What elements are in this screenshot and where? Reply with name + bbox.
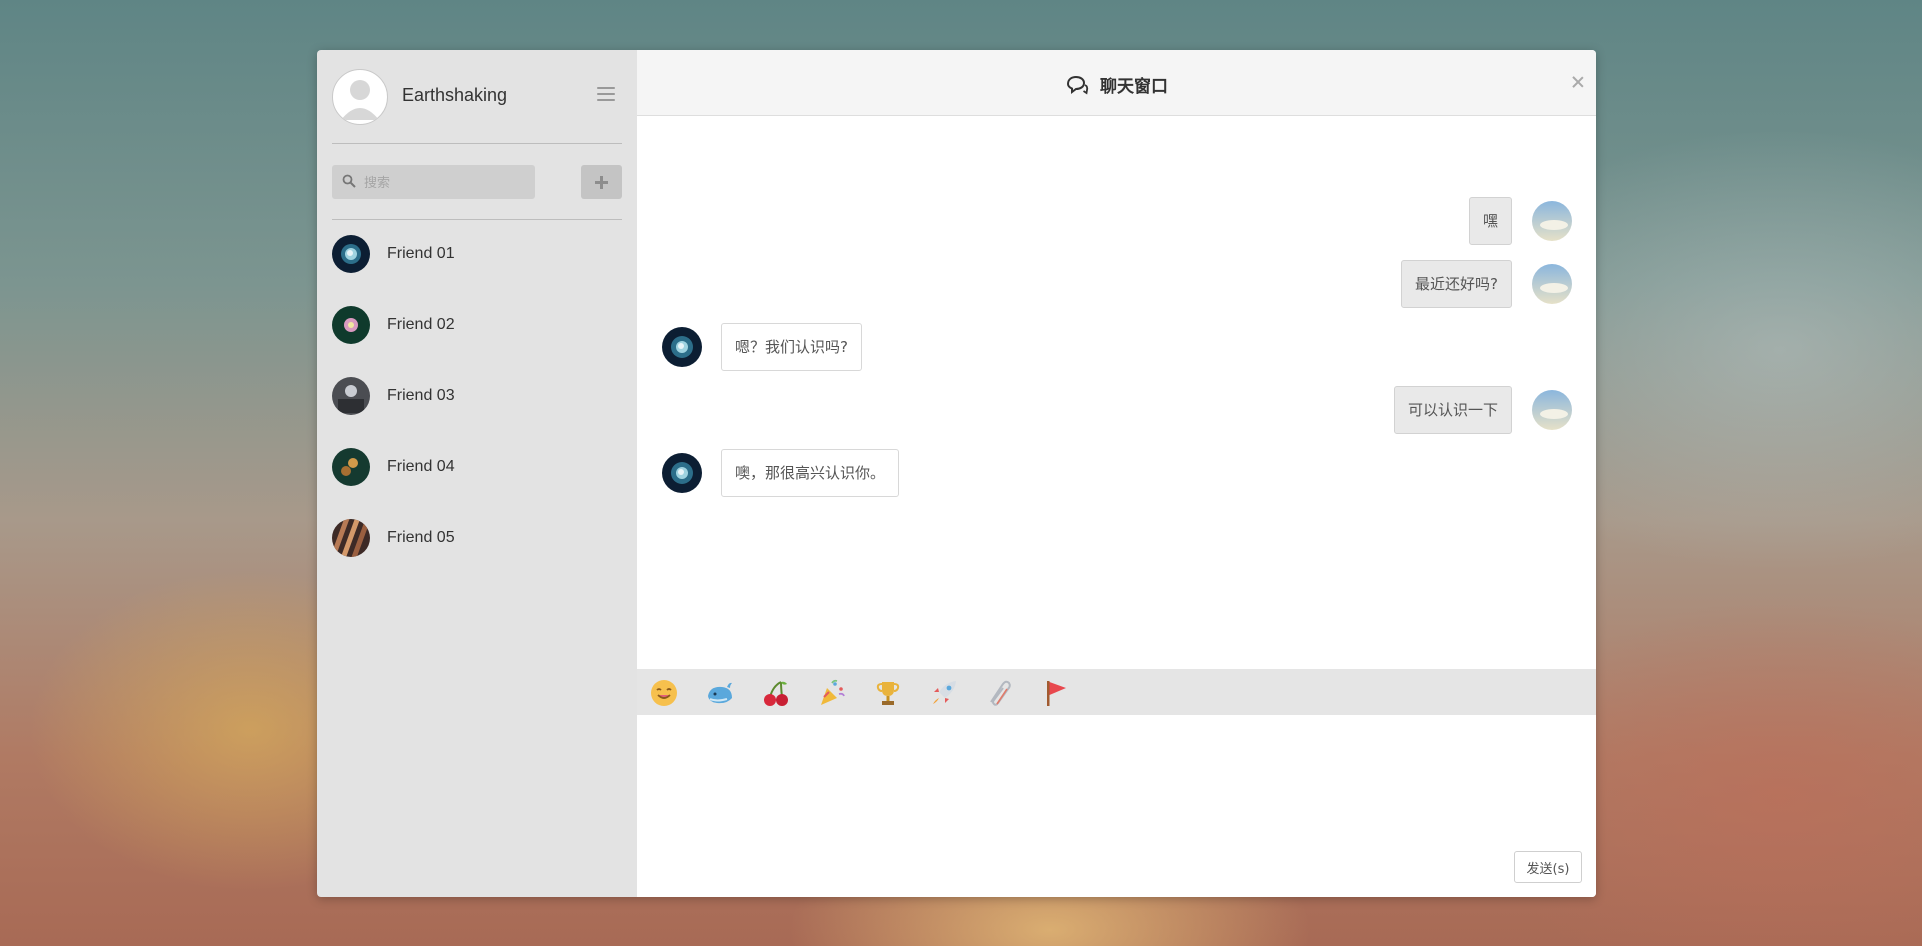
friend-item[interactable]: Friend 01 [317, 235, 637, 306]
composer: 发送(s) [637, 715, 1596, 897]
friend-name: Friend 05 [387, 529, 455, 546]
self-avatar [1532, 264, 1572, 304]
friend-avatar [662, 453, 702, 493]
smile-icon[interactable] [649, 678, 679, 708]
divider [332, 143, 622, 144]
friend-item[interactable]: Friend 04 [317, 448, 637, 519]
friend-item[interactable]: Friend 02 [317, 306, 637, 377]
message-bubble: 嘿 [1468, 197, 1512, 245]
message-bubble: 可以认识一下 [1393, 386, 1512, 434]
trophy-icon[interactable] [873, 678, 903, 708]
whale-icon[interactable] [705, 678, 735, 708]
self-avatar [1532, 201, 1572, 241]
sidebar: Earthshaking 搜索 Friend 01 Friend 02 Frie… [317, 50, 637, 897]
chat-header: 聊天窗口 [637, 50, 1596, 116]
message-bubble: 嗯？我们认识吗? [721, 323, 862, 371]
friend-avatar [332, 519, 370, 557]
search-box [332, 165, 535, 201]
divider [332, 219, 622, 220]
friend-item[interactable]: Friend 03 [317, 377, 637, 448]
friend-item[interactable]: Friend 05 [317, 519, 637, 590]
friend-avatar [662, 327, 702, 367]
friend-name: Friend 01 [387, 245, 455, 262]
message-outgoing: 可以认识一下 [637, 386, 1596, 438]
username: Earthshaking [402, 85, 508, 105]
search-input[interactable] [362, 165, 534, 201]
cherry-icon[interactable] [761, 678, 791, 708]
party-popper-icon[interactable] [817, 678, 847, 708]
chat-panel: 聊天窗口 嘿 最近还好吗? 嗯？我们认识吗? 可以认识一下 噢，那很高兴认识你。… [637, 50, 1596, 897]
message-incoming: 噢，那很高兴认识你。 [637, 449, 1596, 501]
rocket-icon[interactable] [929, 678, 959, 708]
paperclip-icon[interactable] [985, 678, 1015, 708]
search-icon [342, 174, 356, 188]
chat-bubbles-icon [1066, 75, 1089, 95]
friend-name: Friend 03 [387, 387, 455, 404]
message-input[interactable] [647, 723, 1586, 837]
message-incoming: 嗯？我们认识吗? [637, 323, 1596, 375]
emoji-toolbar [637, 669, 1596, 715]
message-list: 嘿 最近还好吗? 嗯？我们认识吗? 可以认识一下 噢，那很高兴认识你。 [637, 116, 1596, 719]
chat-title: 聊天窗口 [1100, 77, 1169, 97]
flag-icon[interactable] [1041, 678, 1071, 708]
friend-avatar [332, 235, 370, 273]
message-outgoing: 嘿 [637, 197, 1596, 249]
user-avatar[interactable] [332, 69, 388, 125]
send-button[interactable]: 发送(s) [1514, 851, 1582, 883]
chat-window: Earthshaking 搜索 Friend 01 Friend 02 Frie… [317, 50, 1596, 897]
self-avatar [1532, 390, 1572, 430]
friend-avatar [332, 448, 370, 486]
close-icon[interactable] [1572, 76, 1584, 88]
message-bubble: 噢，那很高兴认识你。 [721, 449, 900, 497]
message-outgoing: 最近还好吗? [637, 260, 1596, 312]
friend-avatar [332, 377, 370, 415]
add-friend-button[interactable] [581, 165, 622, 199]
friend-name: Friend 04 [387, 458, 455, 475]
friend-avatar [332, 306, 370, 344]
menu-icon[interactable] [597, 87, 615, 103]
friend-list: Friend 01 Friend 02 Friend 03 Friend 04 … [317, 235, 637, 590]
profile-header: Earthshaking [332, 69, 622, 125]
message-bubble: 最近还好吗? [1401, 260, 1512, 308]
friend-name: Friend 02 [387, 316, 455, 333]
